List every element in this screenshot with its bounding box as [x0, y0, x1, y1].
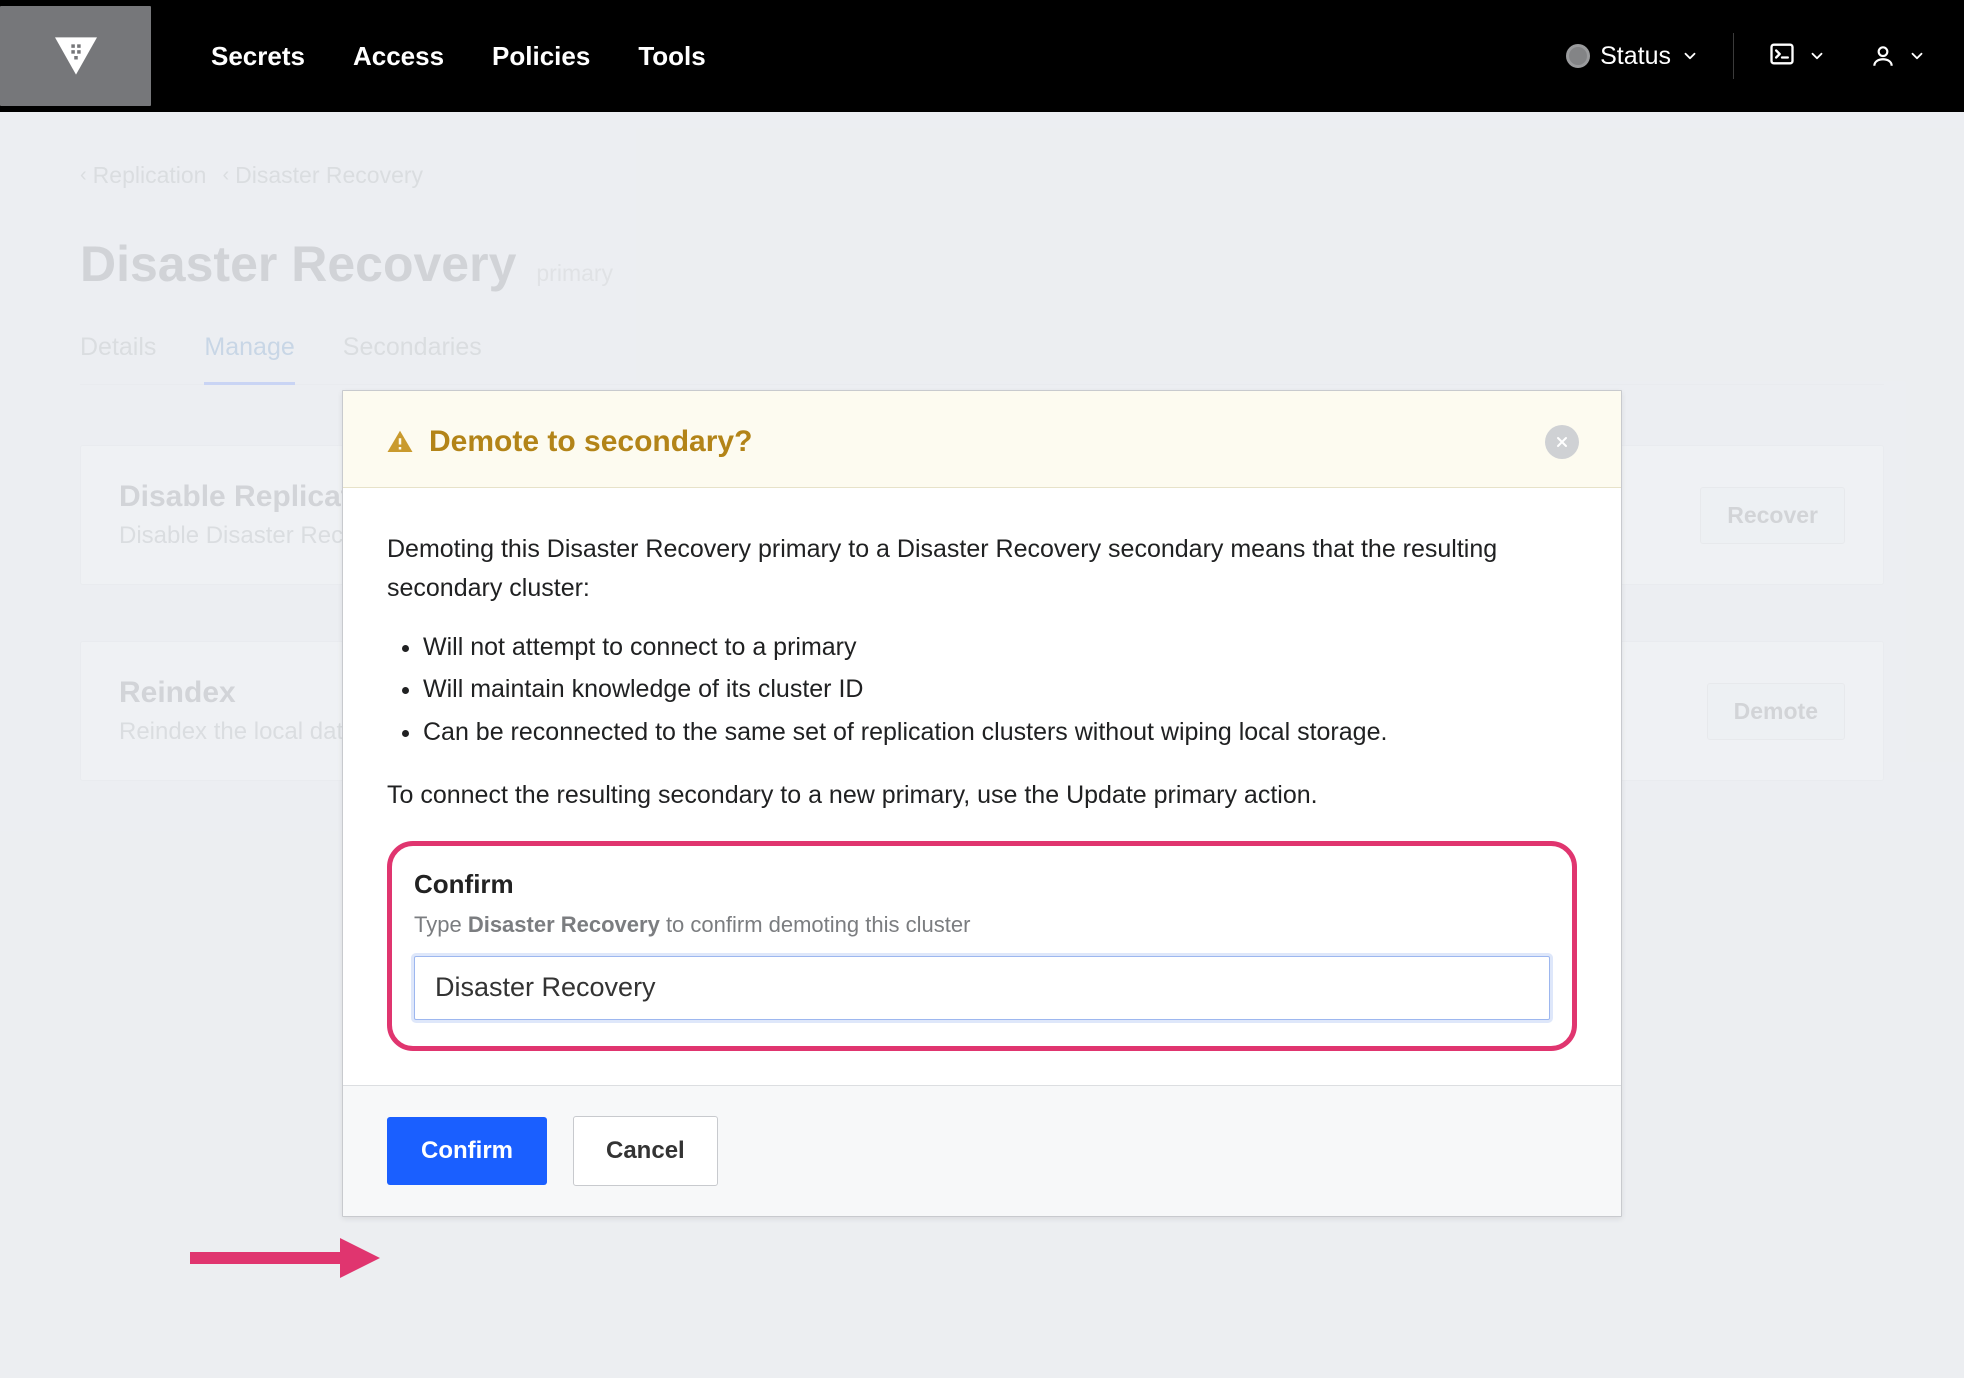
demote-modal: Demote to secondary? Demoting this Disas…	[342, 390, 1622, 1217]
cancel-button[interactable]: Cancel	[573, 1116, 718, 1186]
confirm-label: Confirm	[414, 864, 1550, 904]
breadcrumb-label: Replication	[93, 162, 207, 189]
modal-bullet: Will maintain knowledge of its cluster I…	[423, 670, 1577, 709]
nav-item-secrets[interactable]: Secrets	[211, 41, 305, 72]
breadcrumb: ‹ Replication ‹ Disaster Recovery	[80, 162, 1884, 189]
chevron-down-icon	[1681, 47, 1699, 65]
modal-outro: To connect the resulting secondary to a …	[387, 776, 1577, 815]
user-icon	[1870, 43, 1896, 69]
console-menu[interactable]	[1768, 40, 1826, 73]
nav-item-policies[interactable]: Policies	[492, 41, 590, 72]
close-icon	[1554, 434, 1570, 450]
status-menu[interactable]: Status	[1566, 42, 1699, 71]
page-title-row: Disaster Recovery primary	[80, 235, 1884, 293]
recover-button[interactable]: Recover	[1700, 487, 1845, 544]
nav-items: Secrets Access Policies Tools	[211, 41, 706, 72]
chevron-left-icon: ‹	[222, 164, 229, 187]
warning-icon	[385, 427, 415, 457]
annotation-arrow	[190, 1228, 380, 1293]
confirm-box: Confirm Type Disaster Recovery to confir…	[387, 841, 1577, 1051]
nav-item-tools[interactable]: Tools	[638, 41, 705, 72]
tab-manage[interactable]: Manage	[204, 333, 294, 385]
modal-body: Demoting this Disaster Recovery primary …	[343, 488, 1621, 1085]
vault-logo-icon	[48, 28, 104, 84]
confirm-hint: Type Disaster Recovery to confirm demoti…	[414, 908, 1550, 942]
vault-logo[interactable]	[0, 6, 151, 106]
modal-title: Demote to secondary?	[429, 425, 752, 459]
chevron-down-icon	[1908, 47, 1926, 65]
modal-bullets: Will not attempt to connect to a primary…	[423, 628, 1577, 752]
console-icon	[1768, 40, 1796, 73]
confirm-input[interactable]	[414, 956, 1550, 1020]
close-button[interactable]	[1545, 425, 1579, 459]
nav-item-access[interactable]: Access	[353, 41, 444, 72]
user-menu[interactable]	[1870, 43, 1926, 69]
divider	[1733, 33, 1734, 79]
tab-details[interactable]: Details	[80, 333, 156, 384]
demote-button[interactable]: Demote	[1707, 683, 1845, 740]
tabs: Details Manage Secondaries	[80, 333, 1884, 385]
breadcrumb-label: Disaster Recovery	[235, 162, 423, 189]
modal-intro: Demoting this Disaster Recovery primary …	[387, 530, 1577, 608]
chevron-left-icon: ‹	[80, 164, 87, 187]
status-circle-icon	[1566, 44, 1590, 68]
status-label: Status	[1600, 42, 1671, 71]
confirm-button[interactable]: Confirm	[387, 1117, 547, 1185]
modal-bullet: Can be reconnected to the same set of re…	[423, 713, 1577, 752]
topbar: Secrets Access Policies Tools Status	[0, 0, 1964, 112]
page-role-tag: primary	[536, 260, 613, 287]
breadcrumb-item-replication[interactable]: ‹ Replication	[80, 162, 206, 189]
modal-header: Demote to secondary?	[343, 391, 1621, 488]
modal-footer: Confirm Cancel	[343, 1085, 1621, 1216]
chevron-down-icon	[1808, 47, 1826, 65]
page-title: Disaster Recovery	[80, 235, 516, 293]
modal-bullet: Will not attempt to connect to a primary	[423, 628, 1577, 667]
breadcrumb-item-dr[interactable]: ‹ Disaster Recovery	[222, 162, 423, 189]
tab-secondaries[interactable]: Secondaries	[343, 333, 482, 384]
topbar-right: Status	[1566, 33, 1926, 79]
